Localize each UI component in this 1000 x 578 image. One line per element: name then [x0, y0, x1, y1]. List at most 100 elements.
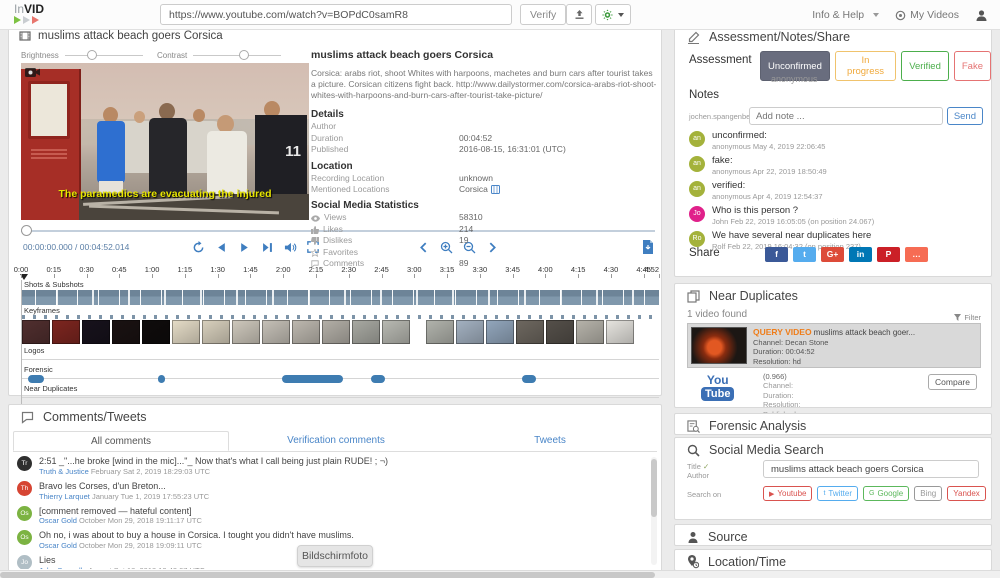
note-meta: anonymous Apr 4, 2019 12:54:37	[712, 192, 823, 201]
user-icon[interactable]	[975, 9, 988, 22]
keyframe-thumb[interactable]	[82, 320, 110, 344]
tab-all-comments[interactable]: All comments	[13, 431, 229, 451]
comment-author-link[interactable]: Oscar Gold	[39, 541, 77, 550]
info-help-menu[interactable]: Info & Help	[812, 9, 879, 21]
next-frame-button[interactable]	[260, 240, 274, 254]
keyframe-thumb[interactable]	[546, 320, 574, 344]
check-icon: ✓	[703, 462, 709, 471]
forensic-marker[interactable]	[28, 375, 45, 383]
keyframe-thumb[interactable]	[172, 320, 200, 344]
brightness-slider[interactable]	[65, 55, 143, 56]
tab-tweets[interactable]: Tweets	[443, 431, 657, 451]
verified-button[interactable]: Verified	[901, 51, 949, 81]
in-progress-button[interactable]: In progress	[835, 51, 896, 81]
comment-author-link[interactable]: Oscar Gold	[39, 516, 77, 525]
search-query-input[interactable]	[763, 460, 979, 478]
comment-author-link[interactable]: Thierry Larquet	[39, 492, 90, 501]
video-url-input[interactable]	[160, 4, 512, 25]
share-facebook-button[interactable]: f	[765, 247, 788, 262]
search-on-google-button[interactable]: GGoogle	[863, 486, 909, 501]
search-on-youtube-button[interactable]: ▶Youtube	[763, 486, 812, 501]
contrast-knob[interactable]	[239, 50, 249, 60]
my-videos-link[interactable]: My Videos	[895, 9, 959, 21]
comment-author-link[interactable]: Truth & Justice	[39, 467, 89, 476]
keyframe-thumb[interactable]	[292, 320, 320, 344]
keyframe-thumb[interactable]	[426, 320, 454, 344]
comment-body: LiesJohn Sagnella August Sat 18, 2018 19…	[39, 555, 205, 569]
shots-subshots-track[interactable]	[22, 290, 659, 305]
play-button[interactable]	[237, 240, 251, 254]
query-video-tag: QUERY VIDEO	[753, 327, 812, 337]
comments-scrollbar[interactable]	[651, 457, 657, 565]
keyframe-thumb[interactable]	[456, 320, 484, 344]
author-checkbox-label[interactable]: Author	[687, 471, 709, 480]
map-icon[interactable]	[491, 185, 500, 194]
forensic-marker[interactable]	[282, 375, 343, 383]
volume-button[interactable]	[283, 240, 297, 254]
fake-button[interactable]: Fake	[954, 51, 991, 81]
keyframe-thumb[interactable]	[52, 320, 80, 344]
tick-label: 2:45	[374, 265, 389, 274]
logos-track[interactable]	[22, 355, 659, 365]
settings-button[interactable]	[595, 4, 631, 25]
near-duplicates-track[interactable]	[22, 393, 659, 403]
keyframe-thumb[interactable]	[232, 320, 260, 344]
add-note-input[interactable]	[749, 107, 943, 125]
filter-button[interactable]: Filter	[954, 313, 981, 322]
share-twitter-button[interactable]: t	[793, 247, 816, 262]
keyframe-thumb[interactable]	[382, 320, 410, 344]
keyframe-thumb[interactable]	[486, 320, 514, 344]
share-google-plus-button[interactable]: G+	[821, 247, 844, 262]
location-time-panel[interactable]: Location/Time	[674, 549, 992, 571]
share-more-button[interactable]: …	[905, 247, 928, 262]
previous-frame-button[interactable]	[214, 240, 228, 254]
search-on-yandex-button[interactable]: Yandex	[947, 486, 986, 501]
title-checkbox-label[interactable]: Title ✓	[687, 462, 709, 471]
horizontal-scrollbar[interactable]	[0, 570, 1000, 578]
keyframe-thumb[interactable]	[606, 320, 634, 344]
forensic-marker[interactable]	[158, 375, 166, 383]
query-video-title: muslims attack beach goer...	[814, 328, 915, 337]
search-on-label: Search on	[687, 490, 721, 499]
search-on-twitter-button[interactable]: tTwitter	[817, 486, 858, 501]
source-panel[interactable]: Source	[674, 524, 992, 546]
keyframe-thumb[interactable]	[112, 320, 140, 344]
keyframe-thumb[interactable]	[576, 320, 604, 344]
video-frame[interactable]: 11 The paramedics are evacuating the inj…	[21, 63, 309, 220]
search-on-bing-button[interactable]: Bing	[914, 486, 942, 501]
brightness-knob[interactable]	[87, 50, 97, 60]
keyframe-thumb[interactable]	[352, 320, 380, 344]
comment-author-link[interactable]: John Sagnella	[39, 566, 87, 569]
keyframe-thumb[interactable]	[322, 320, 350, 344]
forensic-marker[interactable]	[371, 375, 385, 383]
keyframe-thumb[interactable]	[516, 320, 544, 344]
upload-button[interactable]	[566, 4, 592, 25]
share-pinterest-button[interactable]: P	[877, 247, 900, 262]
reload-button[interactable]	[191, 240, 205, 254]
forensic-doc-icon	[687, 420, 700, 433]
query-video-card[interactable]: QUERY VIDEO muslims attack beach goer...…	[687, 323, 981, 368]
compare-button[interactable]: Compare	[928, 374, 977, 390]
note-item: anfake:anonymous Apr 22, 2019 18:50:49	[689, 156, 983, 176]
scrollbar-thumb[interactable]	[651, 459, 657, 517]
forensic-track-line[interactable]	[22, 374, 659, 384]
query-channel: Channel: Decan Stone	[753, 338, 915, 347]
thumbs-up-icon	[311, 226, 319, 234]
keyframe-thumb[interactable]	[262, 320, 290, 344]
engine-label: Twitter	[828, 489, 852, 498]
keyframe-thumb[interactable]	[202, 320, 230, 344]
detail-row: Author	[311, 121, 657, 132]
verify-button[interactable]: Verify	[520, 4, 566, 25]
notes-label: Notes	[689, 89, 719, 101]
keyframe-thumb[interactable]	[142, 320, 170, 344]
keyframe-thumb[interactable]	[22, 320, 50, 344]
tab-verification-comments[interactable]: Verification comments	[229, 431, 443, 451]
contrast-slider[interactable]	[193, 55, 281, 56]
share-linkedin-button[interactable]: in	[849, 247, 872, 262]
scrollbar-thumb[interactable]	[0, 572, 655, 578]
forensic-analysis-panel[interactable]: Forensic Analysis	[674, 413, 992, 435]
timeline-ruler[interactable]: 0:000:150:300:451:001:151:301:452:002:15…	[21, 265, 659, 278]
forensic-marker[interactable]	[522, 375, 536, 383]
seek-handle[interactable]	[21, 225, 32, 236]
send-note-button[interactable]: Send	[947, 107, 983, 125]
